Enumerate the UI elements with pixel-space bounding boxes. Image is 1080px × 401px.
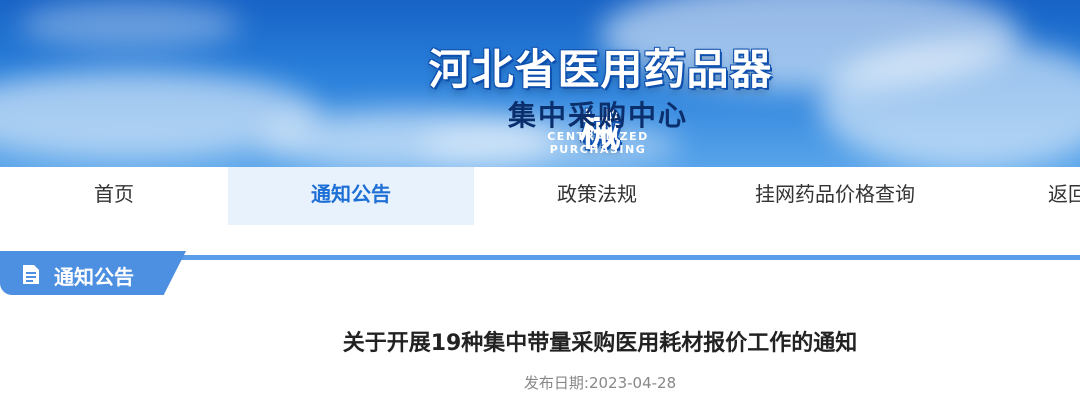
section-title: 通知公告 — [54, 265, 134, 289]
site-english-subtitle: CENTRALIZED PURCHASING — [547, 130, 649, 156]
nav-item-drug-price-query[interactable]: 挂网药品价格查询 — [720, 167, 950, 225]
site-logo[interactable]: 河北省医用药品器械 集中采购中心 CENTRALIZED PURCHASING — [0, 0, 1080, 167]
nav-item-back[interactable]: 返回 — [1030, 167, 1080, 225]
site-subtitle: 集中采购中心 — [507, 99, 688, 132]
nav-item-notices[interactable]: 通知公告 — [228, 167, 474, 225]
nav-item-home[interactable]: 首页 — [0, 167, 228, 225]
document-icon — [23, 265, 39, 284]
header-banner: 河北省医用药品器械 集中采购中心 CENTRALIZED PURCHASING — [0, 0, 1080, 167]
section-header-tab: 通知公告 — [0, 251, 186, 295]
publish-date-label: 发布日期: — [523, 374, 589, 392]
nav-item-policies[interactable]: 政策法规 — [474, 167, 720, 225]
article-publish-date: 发布日期:2023-04-28 — [0, 372, 1080, 393]
main-navigation: 首页 通知公告 政策法规 挂网药品价格查询 返回 — [0, 167, 1080, 225]
publish-date-value: 2023-04-28 — [588, 374, 677, 392]
article-title: 关于开展19种集中带量采购医用耗材报价工作的通知 — [342, 331, 858, 356]
